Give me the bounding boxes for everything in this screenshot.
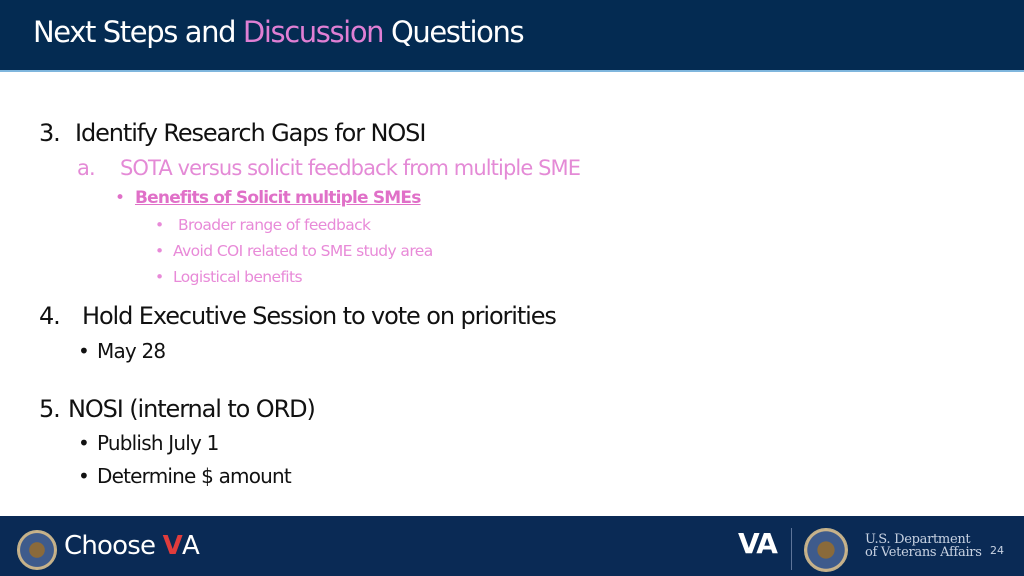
- item-4: 4. Hold Executive Session to vote on prio…: [39, 302, 557, 330]
- choose-va-text: Choose: [64, 531, 156, 561]
- footer-divider: [791, 528, 792, 570]
- item-5-bullet: • Determine $ amount: [78, 464, 292, 488]
- bullet-icon: •: [115, 188, 125, 208]
- page-number: 24: [990, 544, 1004, 557]
- benefits-heading-text: Benefits of Solicit multiple SMEs: [135, 188, 421, 208]
- slide-title: Next Steps and Discussion Questions: [33, 15, 525, 49]
- title-accent: Discussion: [242, 15, 385, 49]
- department-line-2: of Veterans Affairs: [865, 545, 982, 560]
- benefit-text: Broader range of feedback: [178, 216, 371, 234]
- choose-va-logo: Choose VA: [64, 531, 200, 561]
- checkmark-icon: V: [162, 531, 183, 561]
- item-4-number: 4.: [39, 302, 61, 330]
- item-3-number: 3.: [39, 119, 61, 147]
- bullet-icon: •: [155, 216, 164, 234]
- bullet-icon: •: [78, 431, 90, 455]
- item-5-bullet-text: Determine $ amount: [97, 464, 292, 488]
- va-logo: VA: [738, 527, 778, 560]
- bullet-icon: •: [155, 242, 164, 260]
- title-part-1: Next Steps and: [33, 15, 243, 49]
- benefit-text: Logistical benefits: [173, 268, 303, 286]
- item-5-bullet: • Publish July 1: [78, 433, 219, 453]
- item-3a-marker: a.: [77, 156, 96, 180]
- benefit-item: • Logistical benefits: [155, 268, 303, 286]
- slide-footer: Choose VA VA U.S. Department of Veterans…: [0, 516, 1024, 576]
- item-5-bullet-text: Publish July 1: [97, 431, 219, 455]
- department-name: U.S. Department of Veterans Affairs: [865, 533, 982, 559]
- benefit-item: • Avoid COI related to SME study area: [155, 242, 433, 260]
- item-3a-text: SOTA versus solicit feedback from multip…: [120, 156, 581, 180]
- slide-header: Next Steps and Discussion Questions: [0, 0, 1024, 72]
- bullet-icon: •: [78, 464, 90, 488]
- title-part-2: Questions: [383, 15, 525, 49]
- item-4-bullet: • May 28: [78, 339, 166, 363]
- item-5: 5. NOSI (internal to ORD): [39, 395, 316, 423]
- item-3: 3. Identify Research Gaps for NOSI: [39, 119, 426, 147]
- benefit-text: Avoid COI related to SME study area: [173, 242, 433, 260]
- choose-va-suffix: A: [182, 531, 200, 561]
- benefit-item: • Broader range of feedback: [155, 216, 371, 234]
- item-4-bullet-text: May 28: [97, 339, 166, 363]
- bullet-icon: •: [78, 339, 90, 363]
- item-3a: a. SOTA versus solicit feedback from mult…: [77, 156, 581, 180]
- item-3-text: Identify Research Gaps for NOSI: [75, 119, 426, 147]
- item-5-number: 5.: [39, 395, 61, 423]
- bullet-icon: •: [155, 268, 164, 286]
- va-seal-icon: [804, 528, 848, 572]
- va-seal-icon: [17, 530, 57, 570]
- item-4-text: Hold Executive Session to vote on priori…: [82, 302, 557, 330]
- benefits-heading: • Benefits of Solicit multiple SMEs: [115, 190, 421, 207]
- item-5-text: NOSI (internal to ORD): [68, 395, 316, 423]
